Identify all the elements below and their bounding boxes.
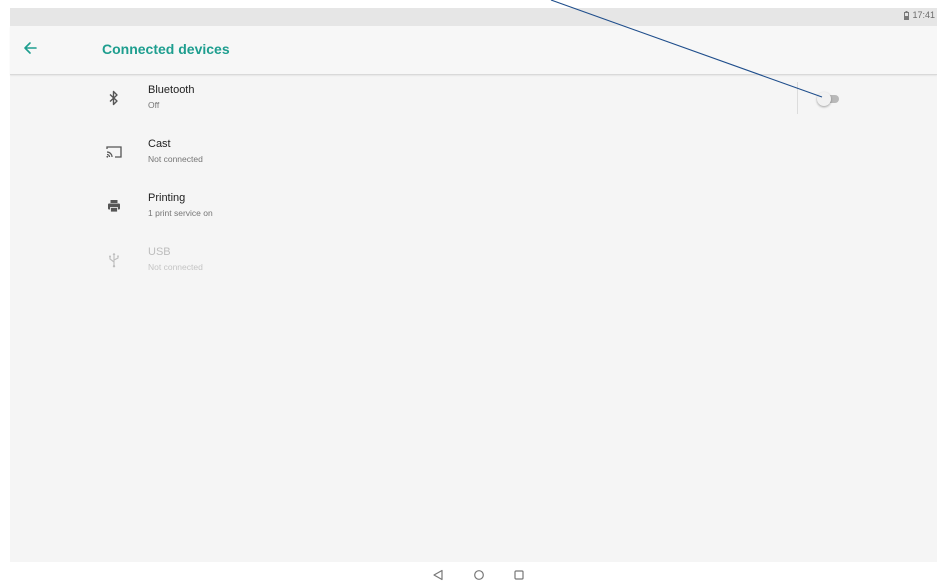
- page-title: Connected devices: [102, 41, 230, 57]
- usb-summary: Not connected: [148, 262, 203, 272]
- bluetooth-setting[interactable]: Bluetooth Off: [10, 75, 937, 121]
- app-bar: Connected devices: [10, 26, 937, 75]
- bluetooth-toggle[interactable]: [817, 92, 841, 106]
- bluetooth-icon: [104, 88, 124, 108]
- printing-setting[interactable]: Printing 1 print service on: [10, 183, 937, 229]
- back-nav-icon[interactable]: [431, 568, 445, 582]
- status-bar: 17:41: [10, 8, 937, 26]
- cast-summary: Not connected: [148, 154, 203, 164]
- battery-icon: [904, 10, 910, 20]
- usb-title: USB: [148, 246, 171, 258]
- status-time: 17:41: [912, 10, 935, 20]
- cast-title: Cast: [148, 138, 171, 150]
- home-nav-icon[interactable]: [472, 568, 486, 582]
- arrow-back-icon: [23, 41, 37, 60]
- usb-icon: [104, 250, 124, 270]
- recents-nav-icon[interactable]: [512, 568, 526, 582]
- navigation-bar: [0, 562, 937, 588]
- print-icon: [104, 196, 124, 216]
- cast-icon: [104, 142, 124, 162]
- bluetooth-summary: Off: [148, 100, 160, 110]
- cast-setting[interactable]: Cast Not connected: [10, 129, 937, 175]
- usb-setting: USB Not connected: [10, 237, 937, 283]
- toggle-thumb: [817, 92, 831, 106]
- back-button[interactable]: [19, 39, 41, 61]
- bluetooth-title: Bluetooth: [148, 84, 195, 96]
- status-right: 17:41: [904, 10, 935, 20]
- printing-title: Printing: [148, 192, 186, 204]
- toggle-divider: [797, 82, 798, 114]
- device-screen: 17:41 Connected devices Bluetooth Off Ca…: [10, 8, 937, 562]
- printing-summary: 1 print service on: [148, 208, 213, 218]
